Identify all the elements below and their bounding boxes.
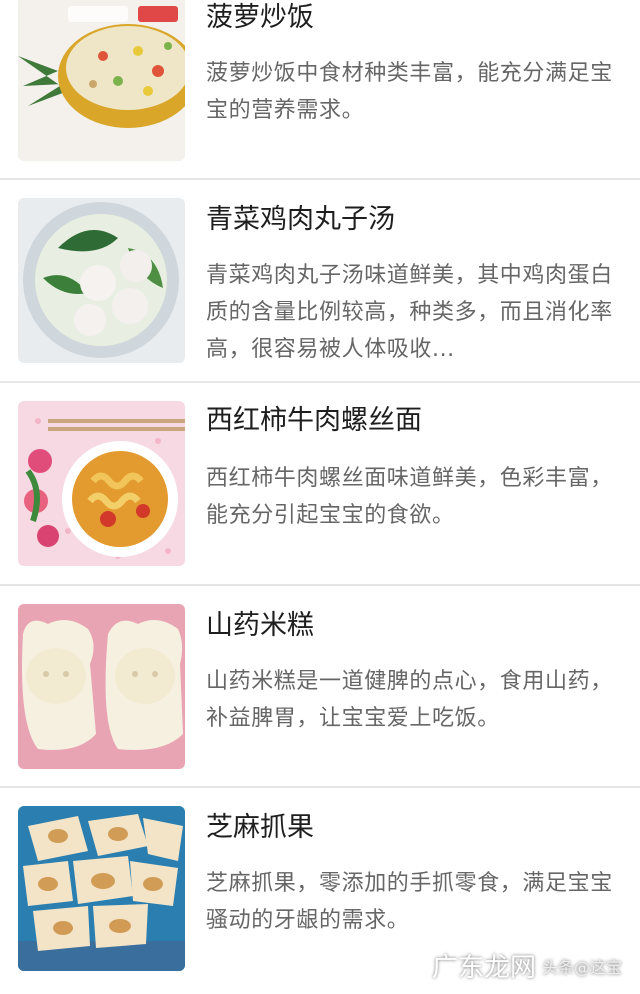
tomato-beef-fusilli-image [18, 401, 185, 566]
yam-rice-cake-image [18, 604, 185, 769]
recipe-description: 山药米糕是一道健脾的点心，食用山药，补益脾胃，让宝宝爱上吃饭。 [206, 669, 613, 731]
recipe-title[interactable]: 西红柿牛肉螺丝面 [206, 403, 628, 439]
recipe-thumbnail[interactable] [18, 806, 185, 971]
recipe-title[interactable]: 芝麻抓果 [206, 810, 628, 846]
sesame-snack-image [18, 806, 185, 971]
meatball-soup-image [18, 198, 185, 363]
recipe-description: 青菜鸡肉丸子汤味道鲜美，其中鸡肉蛋白质的含量比例较高，种类多，而且消化率高，很容… [206, 263, 613, 362]
recipe-thumbnail[interactable] [18, 604, 185, 769]
recipe-item[interactable]: 山药米糕 山药米糕是一道健脾的点心，食用山药，补益脾胃，让宝宝爱上吃饭。 [0, 586, 640, 788]
recipe-description: 西红柿牛肉螺丝面味道鲜美，色彩丰富，能充分引起宝宝的食欲。 [206, 466, 613, 528]
recipe-title[interactable]: 山药米糕 [206, 608, 628, 644]
recipe-item[interactable]: 西红柿牛肉螺丝面 西红柿牛肉螺丝面味道鲜美，色彩丰富，能充分引起宝宝的食欲。 [0, 383, 640, 586]
recipe-thumbnail[interactable] [18, 0, 185, 161]
pineapple-fried-rice-image [18, 0, 185, 161]
recipe-thumbnail[interactable] [18, 198, 185, 363]
watermark-sub: 头条@这宝 [541, 957, 622, 977]
recipe-description: 芝麻抓果，零添加的手抓零食，满足宝宝骚动的牙龈的需求。 [206, 871, 613, 933]
watermark-text: 广东龙网 [431, 953, 536, 983]
recipe-title[interactable]: 青菜鸡肉丸子汤 [206, 202, 628, 238]
recipe-item[interactable]: 菠萝炒饭 菠萝炒饭中食材种类丰富，能充分满足宝宝的营养需求。 [0, 0, 640, 180]
recipe-item[interactable]: 青菜鸡肉丸子汤 青菜鸡肉丸子汤味道鲜美，其中鸡肉蛋白质的含量比例较高，种类多，而… [0, 180, 640, 383]
recipe-thumbnail[interactable] [18, 401, 185, 566]
watermark: 广东龙网 头条@这宝 [432, 947, 622, 984]
recipe-description: 菠萝炒饭中食材种类丰富，能充分满足宝宝的营养需求。 [206, 61, 613, 123]
recipe-title[interactable]: 菠萝炒饭 [206, 0, 628, 36]
